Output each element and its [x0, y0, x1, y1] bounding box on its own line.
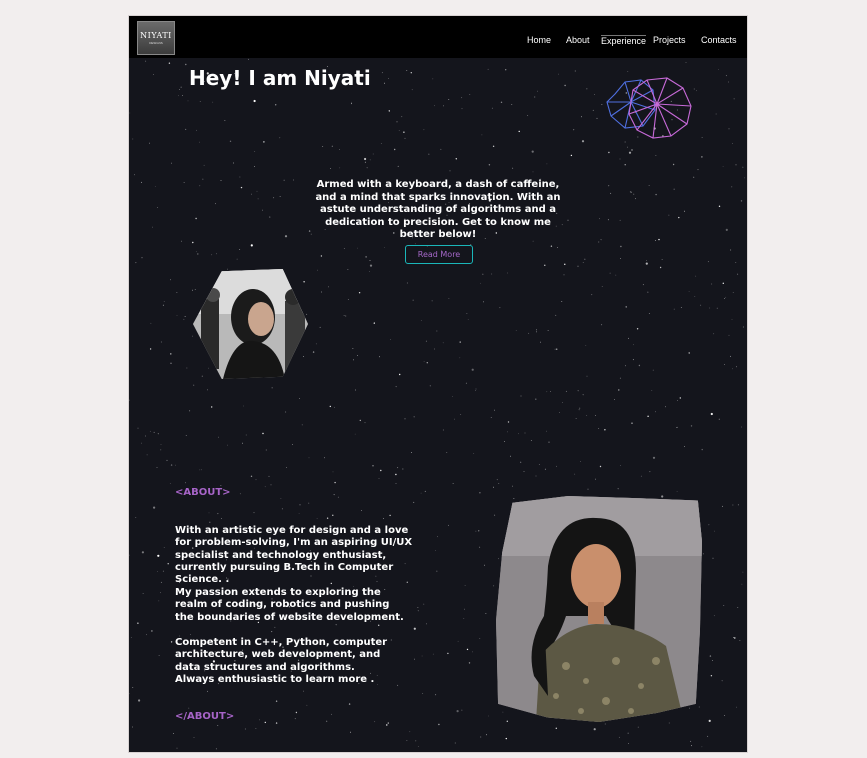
logo-subtext: DESIGNS — [149, 41, 163, 45]
about-paragraph-3: Competent in C++, Python, computer archi… — [175, 637, 388, 685]
niyati-logo[interactable]: NIYATI DESIGNS — [137, 21, 175, 55]
read-more-button[interactable]: Read More — [405, 245, 473, 264]
top-navbar: NIYATI DESIGNS Home About Experience Pro… — [129, 16, 747, 58]
hero-title: Hey! I am Niyati — [189, 66, 371, 90]
geometric-polyhedron-icon — [606, 77, 692, 139]
page-frame: NIYATI DESIGNS Home About Experience Pro… — [129, 16, 747, 752]
nav-link-experience[interactable]: Experience — [601, 35, 647, 46]
about-paragraph-2: My passion extends to exploring the real… — [175, 587, 404, 623]
nav-link-about[interactable]: About — [566, 35, 590, 45]
hero-intro-text: Armed with a keyboard, a dash of caffein… — [315, 179, 561, 240]
portrait-photo — [496, 496, 702, 722]
about-open-tag: <ABOUT> — [175, 487, 231, 498]
logo-text: NIYATI — [140, 31, 172, 40]
about-close-tag: </ABOUT> — [175, 711, 235, 722]
about-paragraph-1: With an artistic eye for design and a lo… — [175, 525, 413, 586]
nav-link-contacts[interactable]: Contacts — [701, 35, 737, 45]
nav-link-projects[interactable]: Projects — [653, 35, 686, 45]
nav-link-home[interactable]: Home — [527, 35, 551, 45]
